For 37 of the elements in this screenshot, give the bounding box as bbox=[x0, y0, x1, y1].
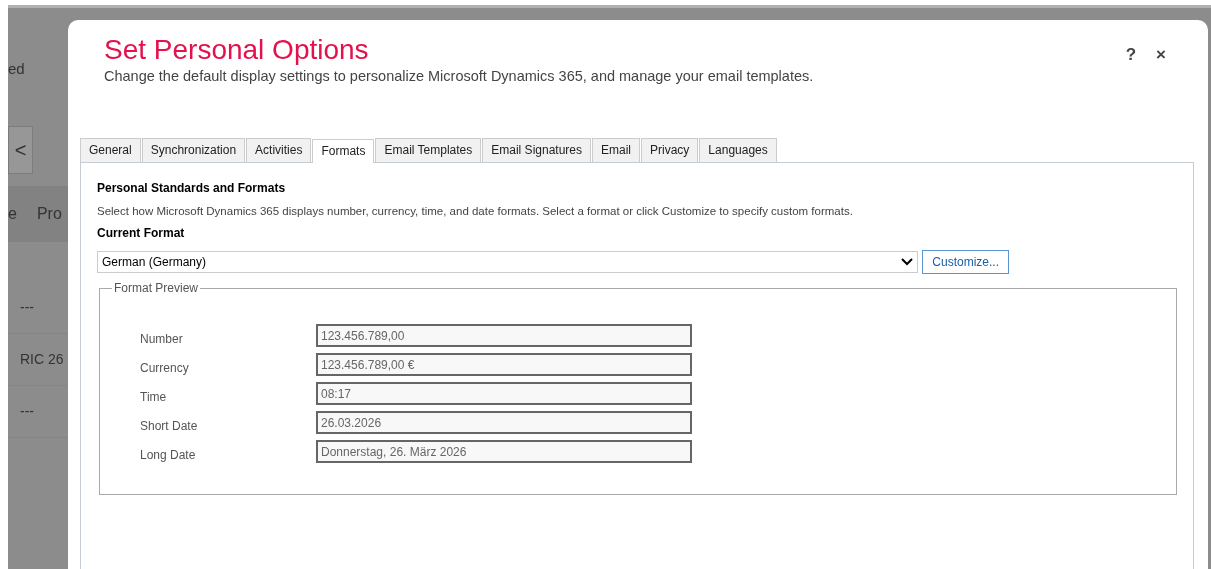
tab[interactable]: Privacy bbox=[641, 137, 699, 162]
preview-field: Donnerstag, 26. März 2026 bbox=[316, 440, 692, 464]
field-label: Time bbox=[140, 389, 168, 407]
customize-button[interactable]: Customize... bbox=[922, 250, 1009, 275]
dialog-title: Set Personal Options bbox=[104, 34, 370, 67]
field-label: Current Format bbox=[97, 225, 186, 243]
preview-field: 123.456.789,00 bbox=[316, 324, 692, 348]
row-text: --- bbox=[20, 402, 34, 421]
format-dropdown[interactable]: German (Germany) bbox=[97, 251, 919, 274]
field-label: Number bbox=[140, 331, 184, 349]
close-button[interactable]: × bbox=[1150, 42, 1172, 68]
tab[interactable]: Formats bbox=[312, 138, 375, 163]
tab[interactable]: Email Templates bbox=[375, 137, 482, 162]
nav-text-fragment: e bbox=[8, 204, 17, 224]
back-button[interactable]: < bbox=[8, 126, 33, 174]
preview-field: 08:17 bbox=[316, 382, 692, 406]
tab[interactable]: Languages bbox=[699, 137, 777, 162]
tab[interactable]: Email bbox=[592, 137, 640, 162]
group-legend: Format Preview bbox=[112, 282, 201, 295]
section-description: Select how Microsoft Dynamics 365 displays number, currency, time, and date formats. Select a format or click Customize to specify custom formats. bbox=[97, 203, 854, 219]
nav-text-fragment: Pro bbox=[36, 204, 62, 224]
field-label: Short Date bbox=[140, 418, 199, 436]
field-label: Long Date bbox=[140, 447, 197, 465]
preview-field: 123.456.789,00 € bbox=[316, 353, 692, 377]
tab[interactable]: Activities bbox=[246, 137, 312, 162]
tab[interactable]: Email Signatures bbox=[482, 137, 591, 162]
field-label: Currency bbox=[140, 360, 190, 378]
tab[interactable]: Synchronization bbox=[141, 137, 246, 162]
tab[interactable]: General bbox=[80, 137, 141, 162]
text-fragment: ed bbox=[8, 60, 25, 77]
preview-field: 26.03.2026 bbox=[316, 411, 692, 435]
help-button[interactable]: ? bbox=[1119, 42, 1143, 68]
row-text: --- bbox=[20, 298, 34, 317]
chevron-down-icon bbox=[901, 258, 914, 267]
section-heading: Personal Standards and Formats bbox=[97, 179, 287, 197]
dialog-subtitle: Change the default display settings to personalize Microsoft Dynamics 365, and manage your email templates. bbox=[104, 67, 814, 87]
row-text: RIC 26 bbox=[20, 350, 64, 369]
